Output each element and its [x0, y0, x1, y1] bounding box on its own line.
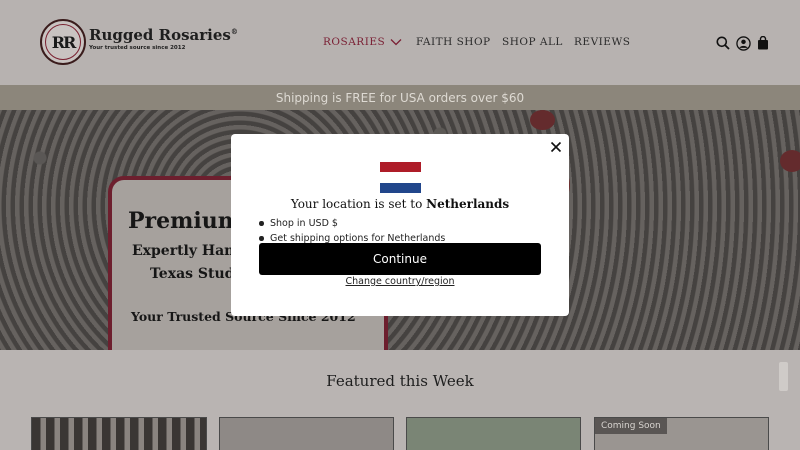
- logo-tagline: Your trusted source since 2012: [89, 44, 186, 51]
- logo-trademark: ®: [230, 26, 238, 36]
- hero-title: Premium: [128, 208, 242, 234]
- featured-title: Featured this Week: [326, 372, 474, 390]
- hero-subtitle-line2: Texas Stud: [150, 266, 235, 282]
- continue-button[interactable]: Continue: [259, 243, 541, 275]
- location-country: Netherlands: [426, 197, 510, 211]
- product-card[interactable]: Coming Soon: [594, 417, 769, 450]
- account-icon[interactable]: [735, 35, 751, 51]
- coming-soon-badge: Coming Soon: [595, 418, 667, 434]
- nav-faith-shop[interactable]: FAITH SHOP: [416, 36, 491, 48]
- logo[interactable]: RR Rugged Rosaries® Your trusted source …: [40, 19, 238, 65]
- flag-stripe-white: [380, 172, 421, 183]
- list-item: Shop in USD $: [259, 216, 445, 231]
- logo-mark-text: RR: [51, 32, 77, 52]
- close-icon[interactable]: [549, 139, 563, 153]
- cart-icon[interactable]: [755, 35, 771, 51]
- product-card[interactable]: [31, 417, 207, 450]
- announcement-text: Shipping is FREE for USA orders over $60: [275, 90, 525, 105]
- nav-reviews[interactable]: REVIEWS: [574, 36, 630, 48]
- flag-stripe-red: [380, 162, 421, 173]
- side-tab[interactable]: [779, 362, 788, 391]
- logo-name: Rugged Rosaries: [89, 25, 231, 44]
- header-icons: [715, 35, 771, 51]
- logo-name-line: Rugged Rosaries®: [89, 26, 238, 44]
- featured-section: Featured this Week Coming Soon: [0, 350, 800, 450]
- nav-shop-all[interactable]: SHOP ALL: [502, 36, 563, 48]
- search-icon[interactable]: [715, 35, 731, 51]
- chevron-down-icon: [390, 39, 402, 46]
- location-prefix: Your location is set to: [290, 197, 427, 211]
- location-message: Your location is set to Netherlands: [231, 197, 569, 211]
- location-modal: Your location is set to Netherlands Shop…: [231, 134, 569, 316]
- logo-text: Rugged Rosaries® Your trusted source sin…: [89, 26, 238, 51]
- product-card[interactable]: [219, 417, 394, 450]
- netherlands-flag-icon: [380, 162, 421, 193]
- location-options: Shop in USD $ Get shipping options for N…: [259, 216, 445, 246]
- announcement-bar: Shipping is FREE for USA orders over $60: [0, 85, 800, 110]
- nav-rosaries[interactable]: ROSARIES: [323, 36, 402, 48]
- site-header: RR Rugged Rosaries® Your trusted source …: [0, 0, 800, 85]
- change-country-link[interactable]: Change country/region: [231, 276, 569, 287]
- product-card[interactable]: [406, 417, 581, 450]
- logo-mark: RR: [40, 19, 86, 65]
- hero-subtitle-line1: Expertly Han: [132, 243, 235, 259]
- nav-rosaries-label: ROSARIES: [323, 36, 386, 48]
- flag-stripe-blue: [380, 182, 421, 193]
